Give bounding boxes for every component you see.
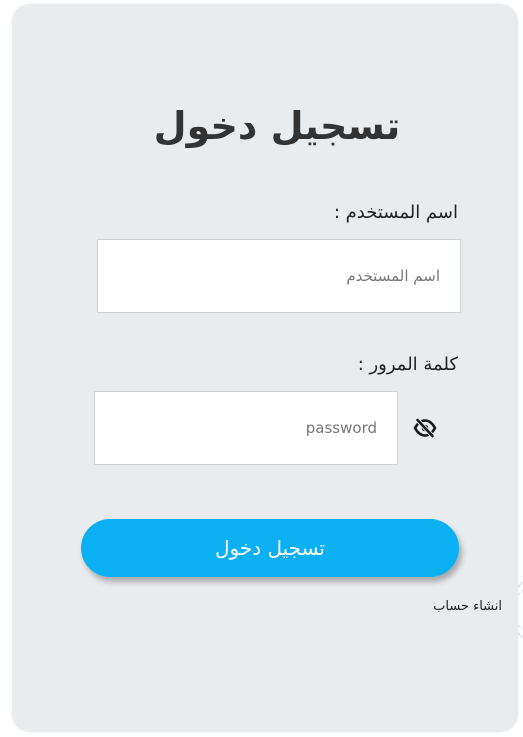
password-visibility-toggle[interactable] bbox=[412, 416, 438, 440]
username-label: اسم المستخدم : bbox=[333, 202, 458, 223]
page: تسجيل دخول اسم المستخدم : كلمة المرور : … bbox=[0, 0, 523, 737]
login-title: تسجيل دخول bbox=[153, 104, 401, 148]
create-account-link[interactable]: انشاء حساب bbox=[433, 599, 502, 614]
login-button[interactable]: تسجيل دخول bbox=[81, 519, 459, 577]
password-input[interactable] bbox=[94, 391, 398, 465]
login-card: تسجيل دخول اسم المستخدم : كلمة المرور : … bbox=[12, 4, 518, 732]
eye-slash-icon bbox=[413, 417, 437, 439]
password-label: كلمة المرور : bbox=[357, 354, 458, 375]
username-input[interactable] bbox=[97, 239, 461, 313]
